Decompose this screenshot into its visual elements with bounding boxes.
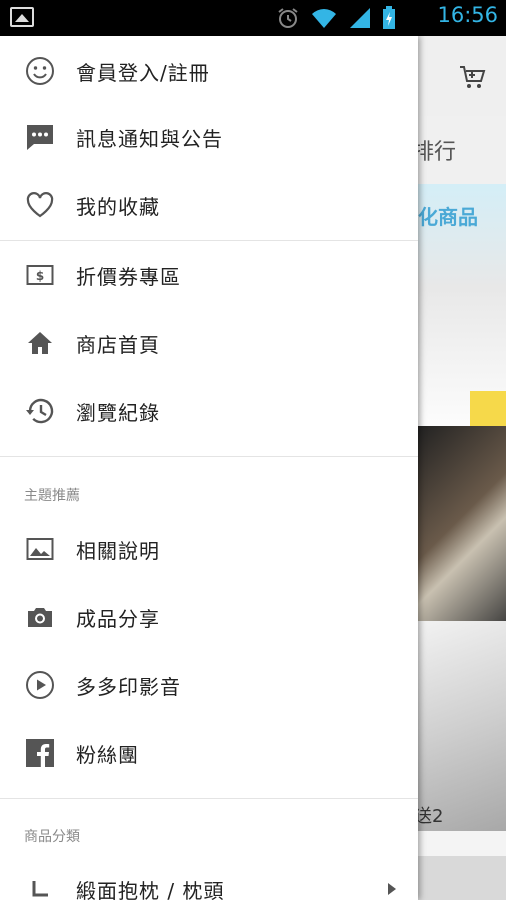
product-image[interactable] xyxy=(418,856,506,900)
home-icon xyxy=(24,327,56,359)
corner-icon xyxy=(24,873,56,900)
cart-icon[interactable] xyxy=(458,64,486,90)
menu-item-category-pillow[interactable]: 緞面抱枕 / 枕頭 xyxy=(0,856,418,900)
product-image[interactable] xyxy=(418,621,506,831)
menu-item-help[interactable]: 相關說明 xyxy=(0,516,418,582)
section-header-category: 商品分類 xyxy=(24,829,80,845)
section-header-theme: 主題推薦 xyxy=(24,488,80,504)
menu-item-label: 訊息通知與公告 xyxy=(76,126,223,151)
menu-item-showcase[interactable]: 成品分享 xyxy=(0,584,418,650)
tab-ranking[interactable]: 排行 xyxy=(412,134,456,166)
promo-banner-text: 化商品 xyxy=(418,205,478,229)
message-icon xyxy=(24,121,56,153)
divider xyxy=(0,456,418,457)
menu-item-label: 粉絲團 xyxy=(76,742,139,767)
coupon-icon: $ xyxy=(24,259,56,291)
svg-text:$: $ xyxy=(36,269,44,283)
divider xyxy=(0,240,418,241)
menu-item-coupons[interactable]: $ 折價券專區 xyxy=(0,242,418,308)
menu-item-fanpage[interactable]: 粉絲團 xyxy=(0,720,418,786)
image-icon xyxy=(24,533,56,565)
status-bar: 16:56 xyxy=(0,0,506,36)
play-icon xyxy=(24,669,56,701)
signal-icon xyxy=(350,8,370,28)
heart-icon xyxy=(24,189,56,221)
menu-item-label: 成品分享 xyxy=(76,606,160,631)
menu-item-label: 瀏覽紀錄 xyxy=(76,400,160,425)
chevron-right-icon xyxy=(388,883,396,895)
product-image[interactable] xyxy=(418,426,506,636)
facebook-icon xyxy=(24,737,56,769)
clock: 16:56 xyxy=(437,3,498,27)
menu-item-history[interactable]: 瀏覽紀錄 xyxy=(0,378,418,444)
menu-item-label: 我的收藏 xyxy=(76,194,160,219)
menu-item-videos[interactable]: 多多印影音 xyxy=(0,652,418,718)
battery-icon xyxy=(383,6,395,29)
wifi-icon xyxy=(312,9,336,28)
camera-icon xyxy=(24,601,56,633)
menu-item-label: 緞面抱枕 / 枕頭 xyxy=(76,878,225,900)
navigation-drawer: 會員登入/註冊 訊息通知與公告 我的收藏 $ 折價券專區 商店首頁 瀏覽紀錄 主… xyxy=(0,36,418,900)
menu-item-label: 相關說明 xyxy=(76,538,160,563)
menu-item-notifications[interactable]: 訊息通知與公告 xyxy=(0,104,418,170)
menu-item-store-home[interactable]: 商店首頁 xyxy=(0,310,418,376)
menu-item-label: 折價券專區 xyxy=(76,264,181,289)
divider xyxy=(0,798,418,799)
menu-item-favorites[interactable]: 我的收藏 xyxy=(0,172,418,238)
smiley-icon xyxy=(24,55,56,87)
product-caption: 送2 xyxy=(414,806,444,827)
menu-item-label: 多多印影音 xyxy=(76,674,181,699)
gallery-notification-icon xyxy=(10,7,34,27)
menu-item-label: 商店首頁 xyxy=(76,332,160,357)
menu-item-login[interactable]: 會員登入/註冊 xyxy=(0,38,418,104)
menu-item-label: 會員登入/註冊 xyxy=(76,60,210,85)
history-icon xyxy=(24,395,56,427)
alarm-icon xyxy=(278,8,298,28)
